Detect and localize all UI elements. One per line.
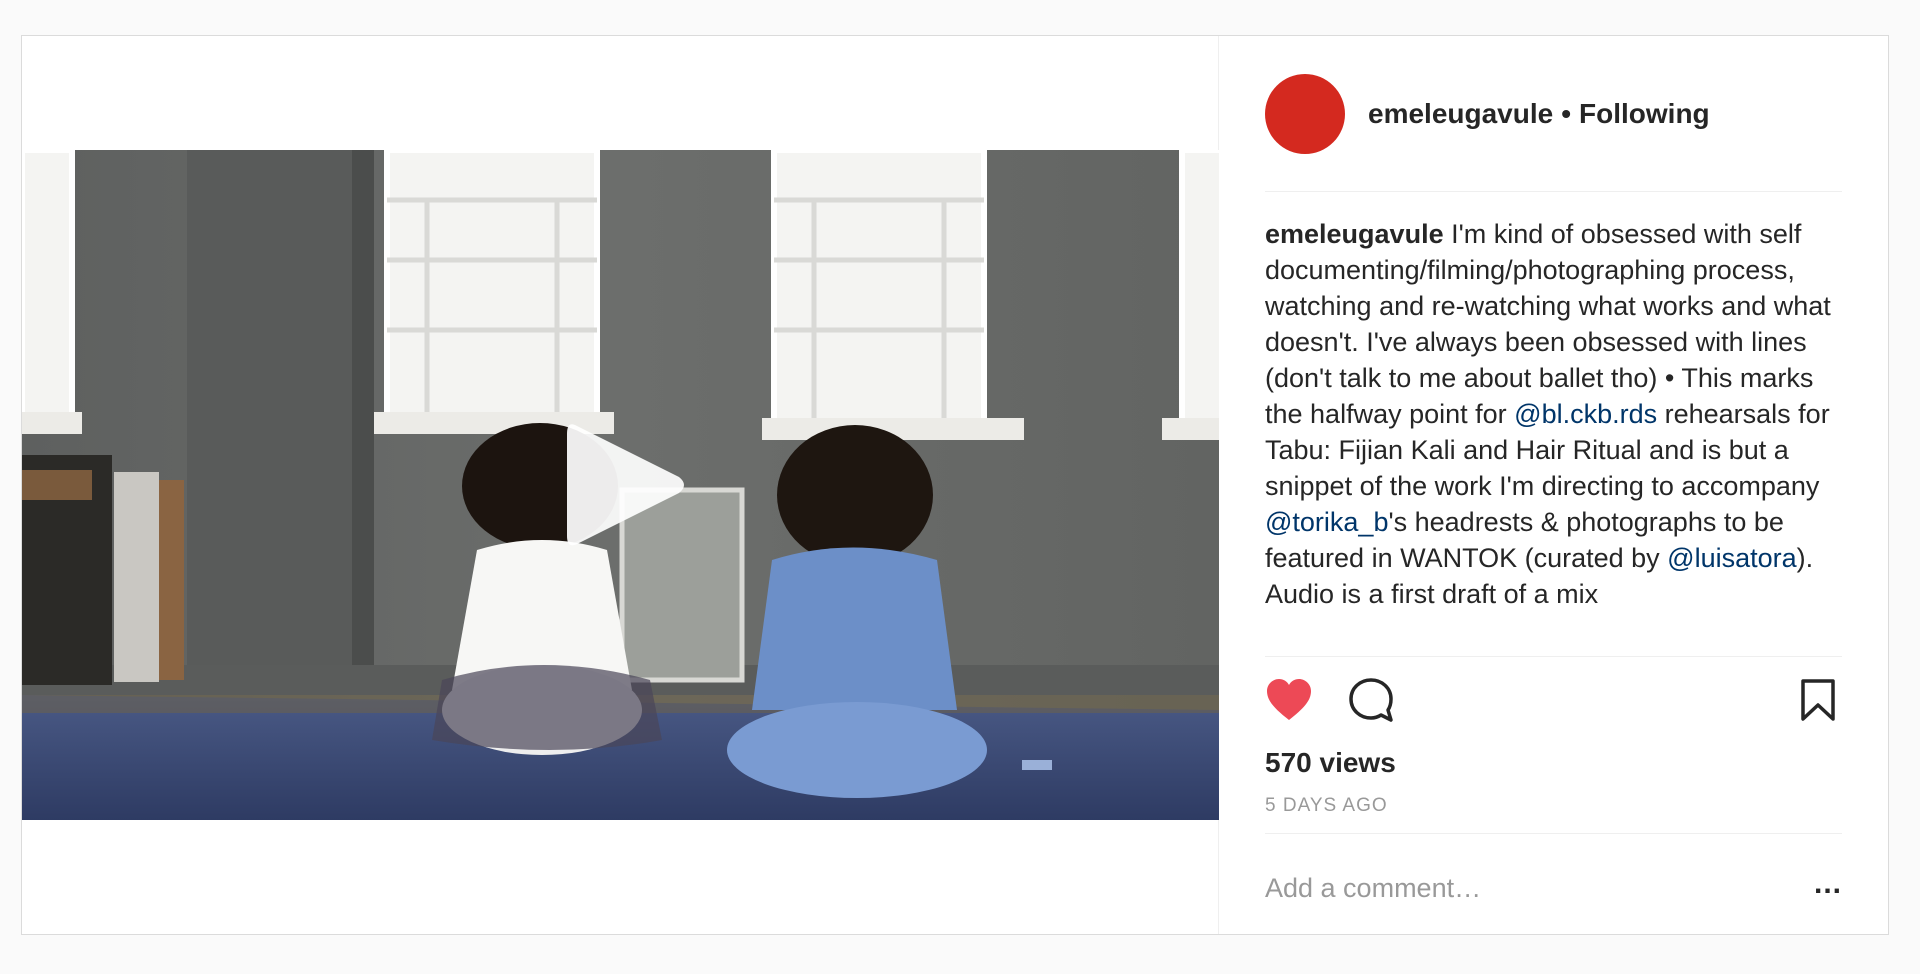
caption-area: emeleugavule I'm kind of obsessed with s… [1265, 192, 1842, 657]
comment-bubble-icon [1349, 678, 1393, 722]
more-options-button[interactable]: ... [1814, 869, 1842, 899]
comment-bar: ... [1265, 834, 1842, 942]
caption-text: I'm kind of obsessed with self documenti… [1265, 219, 1831, 429]
avatar[interactable] [1265, 73, 1345, 154]
post-timestamp[interactable]: 5 DAYS AGO [1265, 795, 1842, 834]
following-button[interactable]: Following [1579, 98, 1710, 130]
post-card: emeleugavule • Following emeleugavule I'… [21, 35, 1889, 935]
mention-link-torika-b[interactable]: @torika_b [1265, 507, 1388, 537]
action-bar [1265, 667, 1842, 733]
mention-link-blckbrds[interactable]: @bl.ckb.rds [1514, 399, 1657, 429]
caption-username-link[interactable]: emeleugavule [1265, 219, 1444, 249]
header-text: emeleugavule • Following [1368, 98, 1710, 130]
mention-link-luisatora[interactable]: @luisatora [1667, 543, 1796, 573]
header-separator: • [1561, 97, 1572, 129]
bookmark-icon [1801, 679, 1835, 721]
video-player[interactable] [22, 150, 1219, 820]
comment-button[interactable] [1347, 676, 1395, 724]
heart-icon [1267, 679, 1311, 720]
play-icon[interactable] [567, 418, 687, 552]
save-button[interactable] [1794, 676, 1842, 724]
view-count[interactable]: 570 views [1265, 747, 1842, 779]
post-header: emeleugavule • Following [1265, 36, 1842, 192]
media-column [22, 36, 1219, 934]
comment-input[interactable] [1265, 872, 1814, 904]
like-button[interactable] [1265, 676, 1313, 724]
header-username-link[interactable]: emeleugavule [1368, 98, 1553, 130]
post-sidebar: emeleugavule • Following emeleugavule I'… [1219, 36, 1888, 934]
